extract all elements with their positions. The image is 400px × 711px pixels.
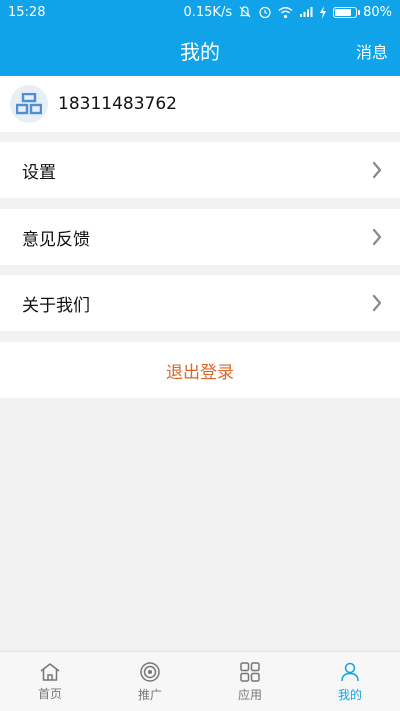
battery-level bbox=[335, 8, 351, 16]
target-icon bbox=[140, 661, 160, 682]
status-bar: 15:28 0.15K/s 80% bbox=[0, 0, 400, 24]
battery-percent: 80% bbox=[363, 4, 392, 20]
chevron-right-icon bbox=[372, 161, 382, 179]
charging-icon bbox=[319, 5, 327, 19]
status-time: 15:28 bbox=[8, 4, 46, 20]
tab-label: 首页 bbox=[37, 686, 62, 701]
user-icon bbox=[341, 662, 359, 681]
logout-button[interactable]: 退出登录 bbox=[0, 342, 400, 398]
alarm-icon bbox=[258, 5, 272, 19]
network-speed: 0.15K/s bbox=[183, 4, 233, 20]
avatar bbox=[10, 85, 48, 123]
tab-label: 推广 bbox=[137, 687, 162, 702]
avatar-logo-icon bbox=[16, 93, 42, 115]
tab-promote[interactable]: 推广 bbox=[100, 652, 200, 711]
tab-apps[interactable]: 应用 bbox=[200, 652, 300, 711]
tab-home[interactable]: 首页 bbox=[0, 652, 100, 711]
tab-label: 应用 bbox=[237, 687, 262, 702]
mute-icon bbox=[238, 5, 252, 19]
menu-item-about[interactable]: 关于我们 bbox=[0, 275, 400, 331]
menu-item-label: 意见反馈 bbox=[22, 229, 90, 250]
battery-icon bbox=[333, 6, 361, 18]
profile-row[interactable]: 18311483762 bbox=[0, 76, 400, 132]
menu-item-label: 关于我们 bbox=[22, 295, 90, 316]
logout-label: 退出登录 bbox=[166, 362, 234, 383]
bottom-tab-bar: 首页 推广 应用 我的 bbox=[0, 651, 400, 711]
menu-item-feedback[interactable]: 意见反馈 bbox=[0, 209, 400, 265]
page-title: 我的 bbox=[180, 39, 220, 64]
home-icon bbox=[40, 662, 60, 681]
tab-label: 我的 bbox=[337, 687, 362, 702]
tab-mine[interactable]: 我的 bbox=[300, 652, 400, 711]
chevron-right-icon bbox=[372, 228, 382, 246]
app-header: 我的 消息 bbox=[0, 24, 400, 76]
menu-item-label: 设置 bbox=[22, 162, 56, 183]
menu-item-settings[interactable]: 设置 bbox=[0, 142, 400, 198]
messages-button[interactable]: 消息 bbox=[356, 39, 388, 63]
chevron-right-icon bbox=[372, 294, 382, 312]
grid-icon bbox=[240, 661, 260, 682]
signal-icon bbox=[299, 6, 313, 18]
wifi-icon bbox=[278, 6, 293, 19]
user-phone: 18311483762 bbox=[58, 94, 177, 114]
status-indicators: 0.15K/s 80% bbox=[183, 5, 392, 20]
